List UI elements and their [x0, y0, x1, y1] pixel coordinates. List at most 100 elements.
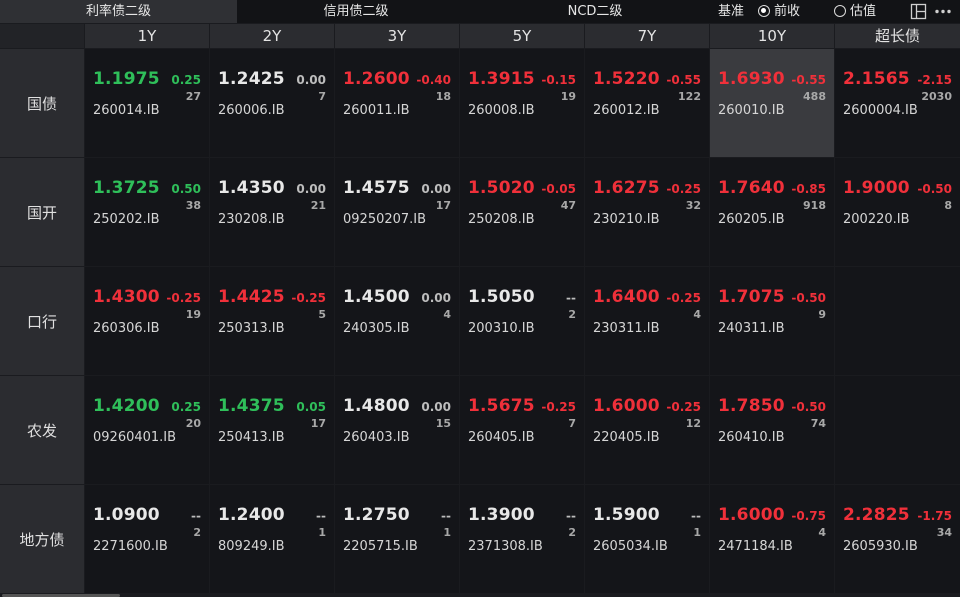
bond-code[interactable]: 260006.IB	[218, 103, 285, 118]
column-header-ultra-long[interactable]: 超长债	[835, 24, 960, 48]
horizontal-scrollbar[interactable]	[0, 593, 960, 597]
bond-code[interactable]: 240311.IB	[718, 321, 785, 336]
bond-code[interactable]: 230210.IB	[593, 212, 660, 227]
bond-code[interactable]: 250413.IB	[218, 430, 285, 445]
tab-credit-bonds[interactable]: 信用债二级	[237, 0, 475, 23]
radio-prev-close-label[interactable]: 前收	[774, 0, 800, 23]
bond-code[interactable]: 250208.IB	[468, 212, 535, 227]
bond-code[interactable]: 2605034.IB	[593, 539, 668, 554]
yield-value: 1.6930	[718, 69, 785, 89]
trade-volume: 2	[568, 308, 576, 321]
bond-code[interactable]: 260403.IB	[343, 430, 410, 445]
bond-code[interactable]: 809249.IB	[218, 539, 285, 554]
quote-cell[interactable]: 2.2825 -1.75 34 2605930.IB	[835, 485, 960, 593]
quote-cell[interactable]: 1.6000 -0.75 4 2471184.IB	[710, 485, 834, 593]
quote-cell[interactable]: 1.3900 -- 2 2371308.IB	[460, 485, 584, 593]
bond-code[interactable]: 200310.IB	[468, 321, 535, 336]
more-icon[interactable]	[934, 3, 952, 20]
quote-cell[interactable]: 1.4350 0.00 21 230208.IB	[210, 158, 334, 266]
radio-valuation[interactable]	[834, 5, 846, 17]
quote-cell[interactable]: 1.4575 0.00 17 09250207.IB	[335, 158, 459, 266]
quote-cell[interactable]: 1.2400 -- 1 809249.IB	[210, 485, 334, 593]
bond-code[interactable]: 250313.IB	[218, 321, 285, 336]
quote-cell[interactable]: 1.4375 0.05 17 250413.IB	[210, 376, 334, 484]
yield-value: 1.5020	[468, 178, 535, 198]
bond-code[interactable]: 260011.IB	[343, 103, 410, 118]
quote-cell[interactable]: 1.2425 0.00 7 260006.IB	[210, 49, 334, 157]
quote-cell[interactable]: 1.6000 -0.25 12 220405.IB	[585, 376, 709, 484]
row-label: 口行	[0, 267, 84, 375]
column-header-3y[interactable]: 3Y	[335, 24, 459, 48]
quote-cell[interactable]: 1.5900 -- 1 2605034.IB	[585, 485, 709, 593]
quote-cell[interactable]: 2.1565 -2.15 2030 2600004.IB	[835, 49, 960, 157]
quote-cell[interactable]: 1.6930 -0.55 488 260010.IB	[710, 49, 834, 157]
bond-code[interactable]: 2600004.IB	[843, 103, 918, 118]
quote-cell[interactable]: 1.5050 -- 2 200310.IB	[460, 267, 584, 375]
bond-code[interactable]: 250202.IB	[93, 212, 160, 227]
quote-cell[interactable]: 1.0900 -- 2 2271600.IB	[85, 485, 209, 593]
row-label: 地方债	[0, 485, 84, 593]
bond-code[interactable]: 220405.IB	[593, 430, 660, 445]
bond-code[interactable]: 2271600.IB	[93, 539, 168, 554]
bond-code[interactable]: 260012.IB	[593, 103, 660, 118]
yield-change: 0.00	[421, 400, 451, 414]
radio-valuation-label[interactable]: 估值	[850, 0, 876, 23]
layout-icon[interactable]	[910, 3, 927, 20]
quote-cell[interactable]: 1.5020 -0.05 47 250208.IB	[460, 158, 584, 266]
tab-rate-bonds[interactable]: 利率债二级	[0, 0, 237, 23]
quote-cell[interactable]: 1.4800 0.00 15 260403.IB	[335, 376, 459, 484]
bond-code[interactable]: 260008.IB	[468, 103, 535, 118]
bond-code[interactable]: 09260401.IB	[93, 430, 176, 445]
yield-value: 1.3900	[468, 505, 535, 525]
yield-change: -0.55	[666, 73, 701, 87]
trade-volume: 18	[435, 90, 451, 103]
column-header-10y[interactable]: 10Y	[710, 24, 834, 48]
quote-cell[interactable]: 1.3915 -0.15 19 260008.IB	[460, 49, 584, 157]
trade-volume: 9	[818, 308, 826, 321]
bond-code[interactable]: 230311.IB	[593, 321, 660, 336]
yield-change: -0.50	[917, 182, 952, 196]
quote-cell[interactable]: 1.7850 -0.50 74 260410.IB	[710, 376, 834, 484]
bond-code[interactable]: 2371308.IB	[468, 539, 543, 554]
column-header-2y[interactable]: 2Y	[210, 24, 334, 48]
column-header-7y[interactable]: 7Y	[585, 24, 709, 48]
quote-cell[interactable]: 1.9000 -0.50 8 200220.IB	[835, 158, 960, 266]
bond-code[interactable]: 260010.IB	[718, 103, 785, 118]
bond-code[interactable]: 2605930.IB	[843, 539, 918, 554]
bond-code[interactable]: 260205.IB	[718, 212, 785, 227]
tab-ncd[interactable]: NCD二级	[475, 0, 715, 23]
quote-cell[interactable]: 1.3725 0.50 38 250202.IB	[85, 158, 209, 266]
quote-cell	[835, 376, 960, 484]
quote-cell[interactable]: 1.4425 -0.25 5 250313.IB	[210, 267, 334, 375]
quote-cell[interactable]: 1.5220 -0.55 122 260012.IB	[585, 49, 709, 157]
bond-code[interactable]: 260405.IB	[468, 430, 535, 445]
column-header-5y[interactable]: 5Y	[460, 24, 584, 48]
trade-volume: 122	[678, 90, 701, 103]
yield-change: -0.25	[541, 400, 576, 414]
quote-cell[interactable]: 1.6400 -0.25 4 230311.IB	[585, 267, 709, 375]
bond-code[interactable]: 230208.IB	[218, 212, 285, 227]
bond-code[interactable]: 200220.IB	[843, 212, 910, 227]
bond-code[interactable]: 2205715.IB	[343, 539, 418, 554]
quote-cell[interactable]: 1.2600 -0.40 18 260011.IB	[335, 49, 459, 157]
quote-cell[interactable]: 1.2750 -- 1 2205715.IB	[335, 485, 459, 593]
column-header-1y[interactable]: 1Y	[85, 24, 209, 48]
quote-cell[interactable]: 1.1975 0.25 27 260014.IB	[85, 49, 209, 157]
radio-prev-close[interactable]	[758, 5, 770, 17]
quote-cell[interactable]: 1.4200 0.25 20 09260401.IB	[85, 376, 209, 484]
header-corner	[0, 24, 84, 48]
row-label: 农发	[0, 376, 84, 484]
quote-cell[interactable]: 1.5675 -0.25 7 260405.IB	[460, 376, 584, 484]
quote-cell[interactable]: 1.4300 -0.25 19 260306.IB	[85, 267, 209, 375]
trade-volume: 21	[310, 199, 326, 212]
bond-code[interactable]: 260014.IB	[93, 103, 160, 118]
quote-cell[interactable]: 1.4500 0.00 4 240305.IB	[335, 267, 459, 375]
bond-code[interactable]: 240305.IB	[343, 321, 410, 336]
bond-code[interactable]: 09250207.IB	[343, 212, 426, 227]
bond-code[interactable]: 2471184.IB	[718, 539, 793, 554]
bond-code[interactable]: 260306.IB	[93, 321, 160, 336]
quote-cell[interactable]: 1.7640 -0.85 918 260205.IB	[710, 158, 834, 266]
quote-cell[interactable]: 1.7075 -0.50 9 240311.IB	[710, 267, 834, 375]
quote-cell[interactable]: 1.6275 -0.25 32 230210.IB	[585, 158, 709, 266]
bond-code[interactable]: 260410.IB	[718, 430, 785, 445]
